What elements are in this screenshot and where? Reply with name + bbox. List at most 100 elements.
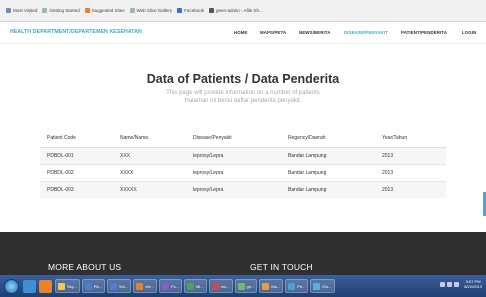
page-subtitle: This page will provide information on a … [0, 90, 486, 105]
bookmark-getting-started[interactable]: Getting Started [42, 8, 80, 13]
bookmark-label: Facebook [184, 8, 204, 13]
bookmark-label: geen-admin - Afile Sh... [215, 8, 263, 13]
cell-regency: Bandar Lampung [281, 164, 375, 182]
cell-name: XXXXX [113, 181, 186, 198]
cell-name: XXX [113, 147, 186, 165]
bookmark-suggested-sites[interactable]: Suggested Sites [84, 8, 125, 13]
bookmark-label: Most Visited [13, 8, 38, 13]
facebook-icon [177, 8, 183, 13]
firefox-icon [136, 282, 144, 290]
site-footer: MORE ABOUT US GET IN TOUCH [0, 232, 486, 275]
taskbar-app-label: ge... [246, 283, 255, 289]
bookmark-most-visited[interactable]: Most Visited [6, 8, 37, 13]
footer-get-in-touch: GET IN TOUCH [250, 262, 313, 272]
app-icon [262, 282, 270, 290]
taskbar-app[interactable]: Mi... [184, 279, 207, 293]
app-icon [237, 282, 245, 290]
taskbar-app-label: Ma... [271, 283, 281, 289]
bookmark-label: Web Slice Gallery [136, 8, 173, 13]
taskbar-app[interactable]: Ma... [259, 279, 284, 293]
clock-date: 8/22/2013 [464, 284, 482, 289]
bookmark-label: Getting Started [49, 8, 80, 13]
footer-more-about-us: MORE ABOUT US [48, 262, 122, 272]
header-patient-code: Patient Code [40, 130, 113, 148]
taskbar-app[interactable]: Wo... [107, 279, 132, 293]
page-icon [129, 8, 135, 13]
header-year: Year/Tahun [375, 130, 446, 148]
taskbar-app-label: Pc... [171, 283, 180, 289]
nav-home[interactable]: HOME [234, 30, 248, 35]
folder-icon [58, 282, 65, 290]
cell-patient-code: PDBDL-001 [40, 147, 113, 165]
word-icon [84, 282, 92, 290]
nav-maps[interactable]: MAPS/PETA [260, 30, 286, 35]
taskbar-app-label: ele... [145, 283, 155, 289]
firefox-icon[interactable] [39, 279, 52, 293]
taskbar-app-label: Wo... [119, 283, 129, 289]
taskbar-app[interactable]: ele... [133, 279, 158, 293]
windows-taskbar: Sky... PA... Wo... ele... Pc... Mi... mo… [0, 275, 486, 297]
word-icon [110, 282, 118, 290]
cell-patient-code: PDBDL-002 [40, 164, 113, 182]
taskbar-app[interactable]: PA... [81, 279, 106, 293]
cell-regency: Bandar Lampung [281, 147, 375, 165]
patients-table-container: Patient Code Name/Nama Disease/Penyakit … [40, 130, 446, 198]
tray-icon[interactable] [447, 281, 453, 287]
nav-login[interactable]: LOGIN [462, 30, 476, 35]
app-icon [313, 282, 321, 290]
header-regency: Regency/Daerah [281, 130, 375, 148]
site-navbar: HEALTH DEPARTMENT/DEPARTEMEN KESEHATAN H… [0, 22, 486, 44]
table-row: PDBDL-001 XXX leprosy/Lepra Bandar Lampu… [40, 147, 446, 165]
clock[interactable]: 3:07 PM 8/22/2013 [464, 279, 482, 289]
taskbar-app[interactable]: Sky... [55, 279, 80, 293]
taskbar-app-label: Sky... [67, 283, 77, 289]
cell-year: 2013 [375, 181, 446, 198]
cell-year: 2013 [375, 164, 446, 182]
page-icon [208, 8, 214, 13]
bookmark-web-slice-gallery[interactable]: Web Slice Gallery [129, 8, 173, 13]
header-disease: Disease/Penyakit [186, 130, 281, 148]
cell-disease: leprosy/Lepra [186, 147, 281, 165]
bookmark-label: Suggested Sites [91, 8, 125, 13]
taskbar-app[interactable]: Dis... [310, 279, 335, 293]
subtitle-line-1: This page will provide information on a … [166, 90, 320, 96]
taskbar-app[interactable]: mo... [208, 279, 233, 293]
app-icon [162, 282, 170, 290]
app-icon [211, 282, 219, 290]
taskbar-app-label: Ph... [297, 283, 306, 289]
cell-disease: leprosy/Lepra [186, 181, 281, 198]
taskbar-app[interactable]: Pc... [159, 279, 183, 293]
subtitle-line-2: Halaman ini berisi daftar penderita peny… [184, 97, 302, 104]
table-row: PDBDL-003 XXXXX leprosy/Lepra Bandar Lam… [40, 181, 446, 198]
nav-news[interactable]: NEWS/BERITA [299, 30, 331, 35]
taskbar-app-label: mo... [220, 283, 230, 289]
orange-icon [84, 8, 90, 13]
page-icon [42, 8, 48, 13]
system-tray: 3:07 PM 8/22/2013 [440, 279, 482, 289]
cell-name: XXXX [113, 164, 186, 182]
start-button[interactable] [4, 278, 19, 294]
page-title: Data of Patients / Data Penderita [146, 72, 340, 86]
app-icon [187, 282, 195, 290]
nav-disease[interactable]: DISEASE/PENYAKIT [344, 30, 388, 35]
cell-patient-code: PDBDL-003 [40, 181, 113, 198]
bookmarks-bar: Most Visited Getting Started Suggested S… [0, 0, 486, 22]
header-name: Name/Nama [113, 130, 186, 148]
taskbar-app[interactable]: ge... [234, 279, 258, 293]
table-header-row: Patient Code Name/Nama Disease/Penyakit … [40, 130, 446, 148]
tray-icon[interactable] [440, 281, 446, 287]
cell-year: 2013 [375, 147, 446, 165]
cell-disease: leprosy/Lepra [186, 164, 281, 182]
volume-icon[interactable] [454, 281, 460, 287]
brand-title[interactable]: HEALTH DEPARTMENT/DEPARTEMEN KESEHATAN [10, 29, 142, 35]
taskbar-app[interactable]: Ph... [285, 279, 309, 293]
cell-regency: Bandar Lampung [281, 181, 375, 198]
taskbar-app-label: Mi... [196, 283, 204, 289]
ie-icon[interactable] [23, 279, 36, 293]
patients-table: Patient Code Name/Nama Disease/Penyakit … [40, 130, 446, 198]
bookmark-geen-admin[interactable]: geen-admin - Afile Sh... [208, 8, 263, 13]
bookmark-facebook[interactable]: Facebook [177, 8, 204, 13]
app-icon [288, 282, 296, 290]
table-row: PDBDL-002 XXXX leprosy/Lepra Bandar Lamp… [40, 164, 446, 182]
nav-patient[interactable]: PATIENT/PENDERITA [401, 30, 447, 35]
